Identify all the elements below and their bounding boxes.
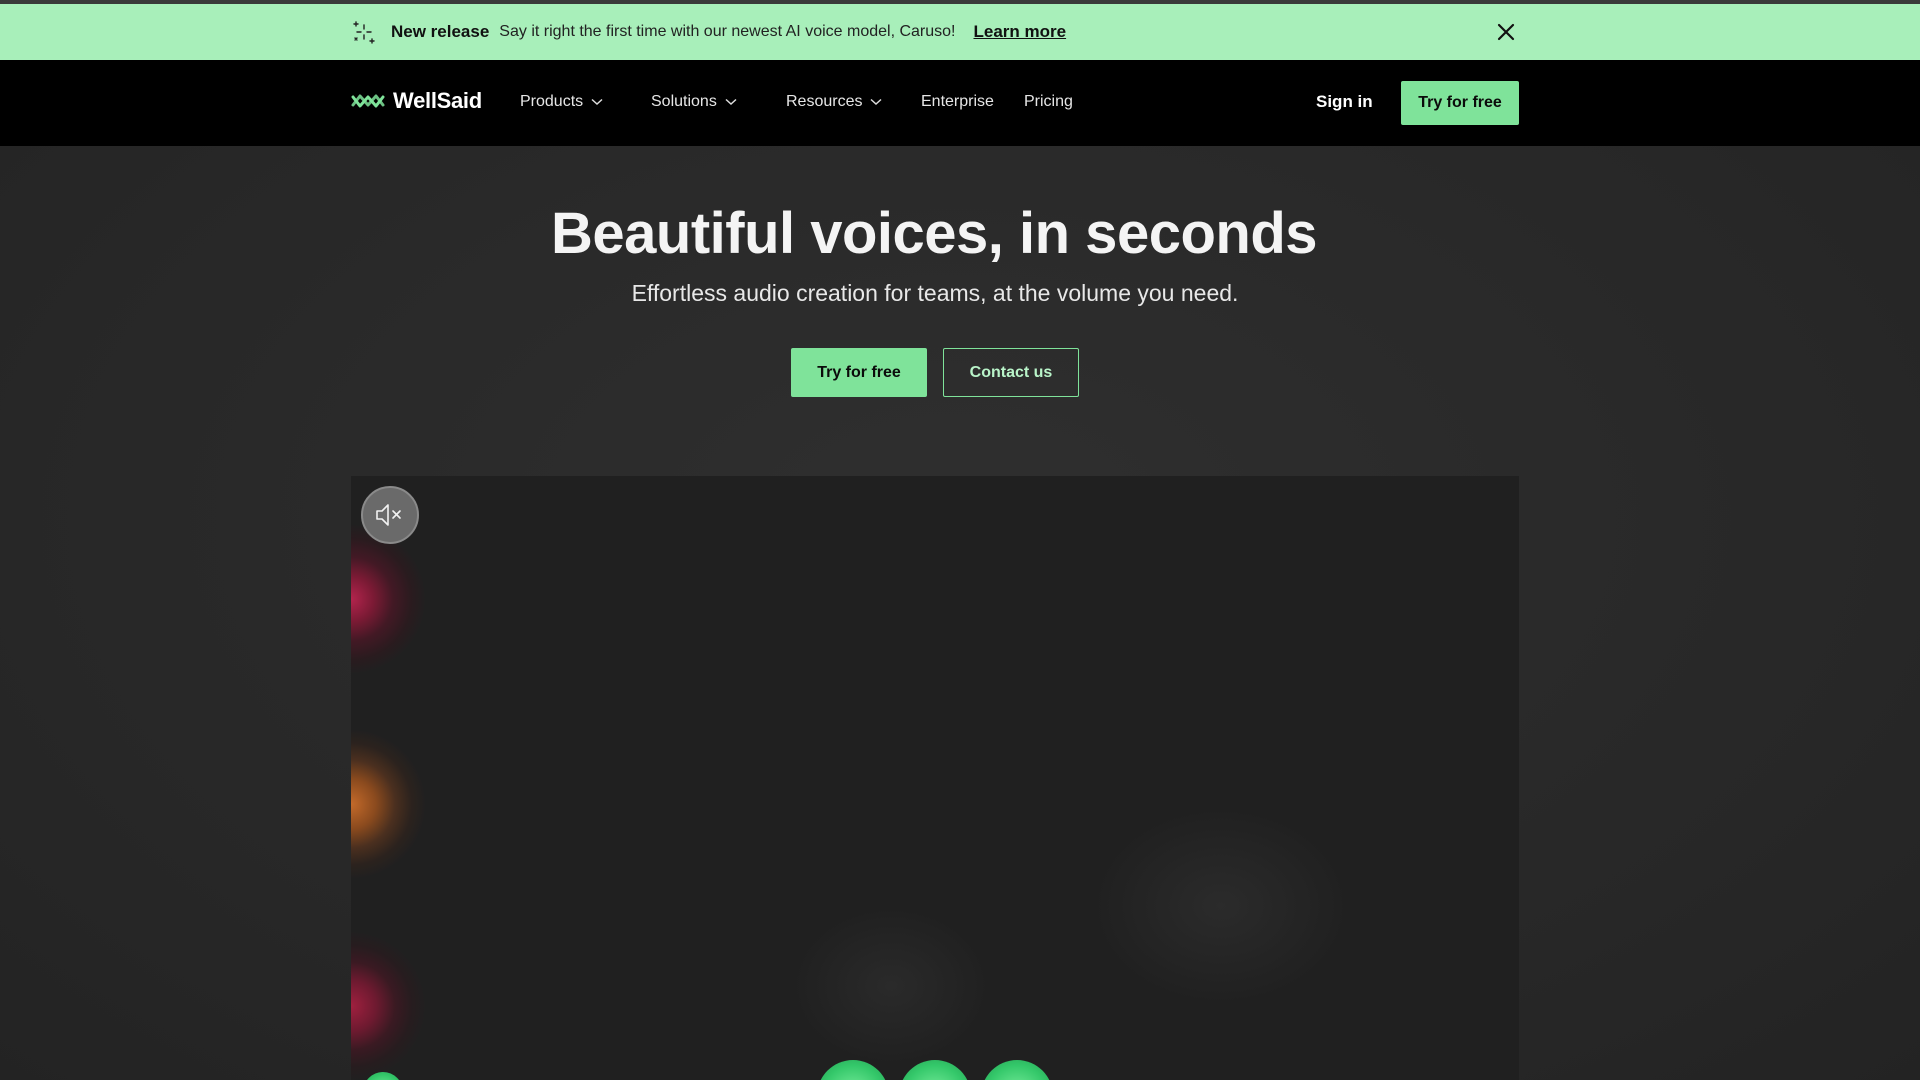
nav-solutions-label: Solutions	[651, 93, 717, 110]
announcement-title: New release	[391, 22, 490, 41]
sign-in-link[interactable]: Sign in	[1316, 92, 1373, 112]
nav-products[interactable]: Products	[520, 93, 603, 111]
voice-dot	[981, 1060, 1053, 1080]
video-shading	[1091, 806, 1351, 1006]
announcement-bar: New release Say it right the first time …	[0, 4, 1920, 60]
learn-more-link[interactable]: Learn more	[973, 22, 1066, 42]
nav-try-free-button[interactable]: Try for free	[1401, 81, 1519, 125]
hero-subtitle: Effortless audio creation for teams, at …	[631, 280, 1239, 306]
wellsaid-logo-icon	[351, 94, 385, 108]
sparkle-icon	[353, 21, 375, 44]
announcement-content: New release Say it right the first time …	[351, 4, 1066, 60]
video-shading	[791, 906, 991, 1066]
nav-solutions[interactable]: Solutions	[651, 93, 737, 111]
chevron-down-icon	[591, 98, 603, 106]
nav-pricing[interactable]: Pricing	[1024, 93, 1073, 111]
voice-wave-orange	[351, 730, 425, 878]
brand-name: WellSaid	[393, 88, 482, 113]
brand-logo[interactable]: WellSaid	[351, 88, 482, 114]
main-navbar: WellSaid Products Solutions Resources En…	[0, 60, 1920, 146]
nav-resources-label: Resources	[786, 93, 863, 110]
speaker-muted-icon	[376, 504, 401, 526]
nav-enterprise-label: Enterprise	[921, 93, 994, 110]
nav-pricing-label: Pricing	[1024, 93, 1073, 110]
hero-title: Beautiful voices, in seconds	[551, 201, 1318, 266]
hero-try-free-button[interactable]: Try for free	[791, 348, 927, 397]
voice-wave-red	[351, 932, 425, 1080]
nav-products-label: Products	[520, 93, 584, 110]
chevron-down-icon	[725, 98, 737, 106]
close-icon[interactable]	[1494, 20, 1518, 44]
hero-video[interactable]	[351, 476, 1519, 1080]
announcement-message: Say it right the first time with our new…	[499, 23, 956, 40]
nav-resources[interactable]: Resources	[786, 93, 882, 111]
contact-us-button[interactable]: Contact us	[943, 348, 1079, 397]
mute-button[interactable]	[361, 486, 419, 544]
chevron-down-icon	[870, 98, 882, 106]
voice-wave-red	[351, 525, 425, 673]
nav-enterprise[interactable]: Enterprise	[921, 93, 994, 111]
